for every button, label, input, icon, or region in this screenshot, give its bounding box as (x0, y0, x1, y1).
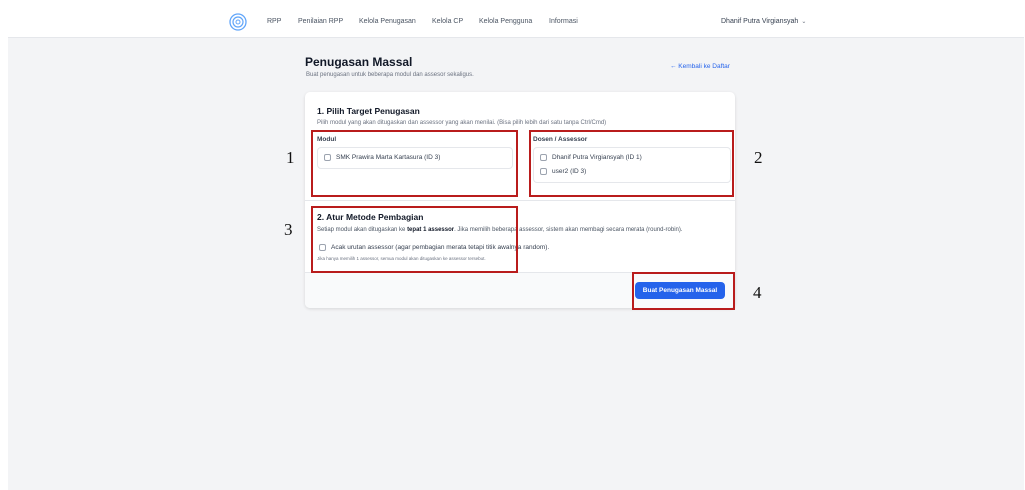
page-title: Penugasan Massal (305, 55, 413, 69)
annotation-number-3: 3 (284, 220, 293, 239)
annotation-number-2: 2 (754, 148, 763, 167)
annotation-box-4 (632, 272, 735, 310)
user-menu[interactable]: Dhanif Putra Virgiansyah ⌄ (721, 18, 806, 25)
section-target-description: Pilih modul yang akan ditugaskan dan ass… (317, 120, 607, 126)
nav-item-rpp[interactable]: RPP (267, 18, 281, 25)
nav-item-penilaian-rpp[interactable]: Penilaian RPP (298, 18, 343, 25)
top-navbar: RPP Penilaian RPP Kelola Penugasan Kelol… (8, 6, 1024, 38)
annotation-number-4: 4 (753, 283, 762, 302)
back-to-list-link[interactable]: ← Kembali ke Daftar (670, 63, 730, 70)
annotation-box-1 (311, 130, 518, 197)
section-target-title: 1. Pilih Target Penugasan (317, 106, 420, 116)
user-name: Dhanif Putra Virgiansyah (721, 18, 799, 25)
annotation-box-2 (529, 130, 734, 197)
chevron-down-icon: ⌄ (801, 19, 807, 25)
nav-item-informasi[interactable]: Informasi (549, 18, 578, 25)
section-divider (305, 200, 735, 201)
logo-icon[interactable] (229, 13, 247, 31)
app-frame: RPP Penilaian RPP Kelola Penugasan Kelol… (8, 6, 1024, 490)
nav-item-kelola-pengguna[interactable]: Kelola Pengguna (479, 18, 532, 25)
page-subtitle: Buat penugasan untuk beberapa modul dan … (306, 72, 474, 78)
annotation-number-1: 1 (286, 148, 295, 167)
nav-item-kelola-cp[interactable]: Kelola CP (432, 18, 463, 25)
annotation-box-3 (311, 206, 518, 273)
nav-item-kelola-penugasan[interactable]: Kelola Penugasan (359, 18, 416, 25)
